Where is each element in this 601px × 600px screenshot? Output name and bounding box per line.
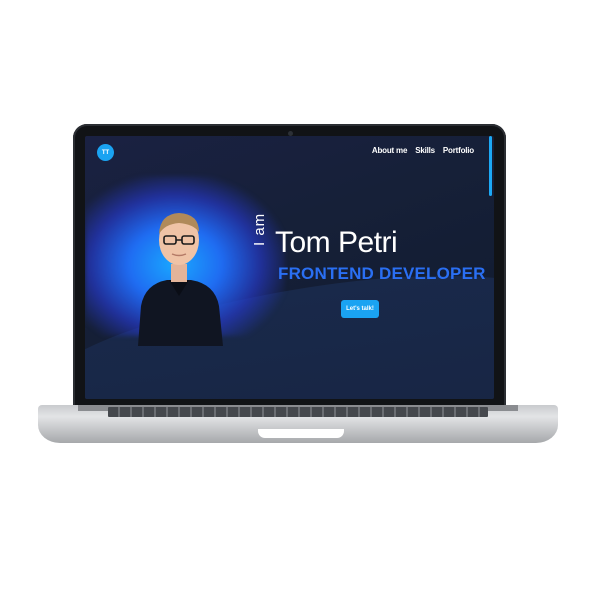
nav-item-about-me[interactable]: About me	[372, 146, 407, 155]
profile-photo	[138, 213, 223, 346]
nav-item-skills[interactable]: Skills	[415, 146, 435, 155]
laptop-lid: TT About me Skills Portfolio I am Tom Pe…	[73, 124, 506, 409]
scrollbar-thumb[interactable]	[489, 136, 492, 196]
nav-item-portfolio[interactable]: Portfolio	[443, 146, 474, 155]
site-logo[interactable]: TT	[97, 144, 114, 161]
hero-role: FRONTEND DEVELOPER	[278, 264, 486, 283]
keyboard-edge	[108, 407, 488, 417]
lets-talk-button[interactable]: Let's talk!	[341, 300, 379, 318]
main-nav: About me Skills Portfolio	[372, 146, 474, 155]
hero-prefix: I am	[251, 212, 268, 246]
logo-text: TT	[101, 149, 110, 156]
laptop-screen: TT About me Skills Portfolio I am Tom Pe…	[85, 136, 494, 399]
laptop-base	[38, 405, 558, 449]
trackpad-notch	[258, 429, 344, 438]
hero-name: Tom Petri	[275, 226, 398, 259]
